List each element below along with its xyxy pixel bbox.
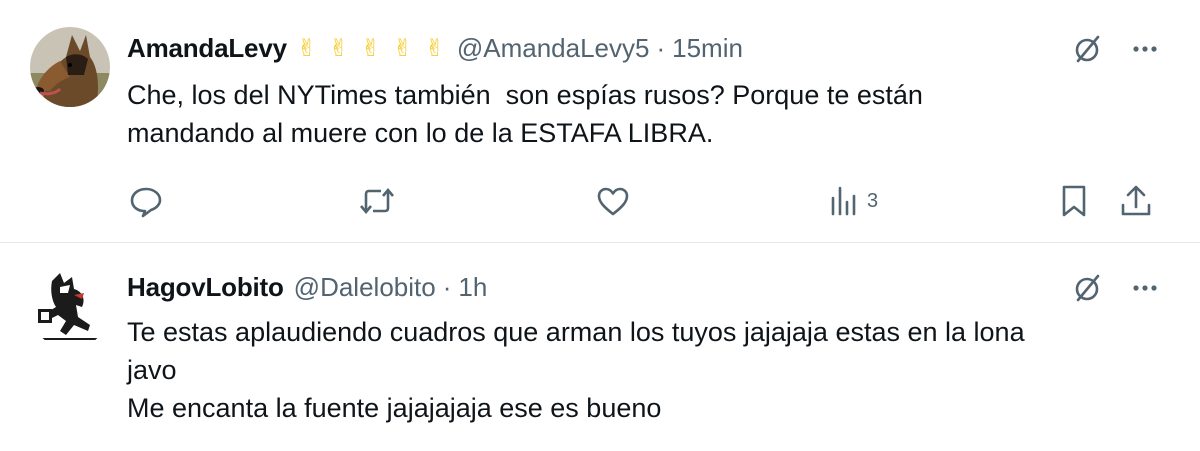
meta-separator: · <box>656 32 666 63</box>
bookmark-button[interactable] <box>1059 178 1089 224</box>
tweet-text-line: Che, los del NYTimes también son espías … <box>127 80 923 110</box>
victory-hand-emoji: ✌ <box>424 34 445 62</box>
reply-bubble-icon <box>130 187 162 218</box>
share-upload-icon <box>1121 185 1151 216</box>
retweet-icon <box>360 187 394 215</box>
display-name[interactable]: HagovLobito <box>127 272 284 303</box>
tweet-action-bar: 3 <box>127 178 1160 224</box>
tweet-amandalevy[interactable]: AmandaLevy ✌ ✌ ✌ ✌ ✌ @AmandaLevy5 · 15mi… <box>0 0 1200 243</box>
heart-icon <box>597 187 629 216</box>
meta-separator: · <box>442 271 452 302</box>
views-button[interactable]: 3 <box>829 178 878 224</box>
victory-hand-emoji: ✌ <box>360 34 381 62</box>
tweet-text-line: mandando al muere con lo de la ESTAFA LI… <box>127 118 714 148</box>
more-dots-icon[interactable] <box>1128 271 1162 305</box>
tweet-top-actions <box>1070 271 1162 305</box>
victory-hand-emoji: ✌ <box>328 34 349 62</box>
timestamp[interactable]: 1h <box>458 272 487 303</box>
grok-slash-icon[interactable] <box>1070 32 1104 66</box>
tweet-text-line: Te estas aplaudiendo cuadros que arman l… <box>127 317 1025 347</box>
user-handle[interactable]: @AmandaLevy5 <box>457 33 650 64</box>
tweet-text-line: javo <box>127 355 177 385</box>
victory-hand-emoji: ✌ <box>296 34 317 62</box>
bookmark-icon <box>1062 185 1086 217</box>
tweet-header: HagovLobito @Dalelobito · 1h <box>127 270 487 304</box>
display-name[interactable]: AmandaLevy <box>127 33 287 64</box>
more-dots-icon[interactable] <box>1128 32 1162 66</box>
reply-button[interactable] <box>127 178 165 224</box>
tweet-top-actions <box>1070 32 1162 66</box>
tweet-text: Te estas aplaudiendo cuadros que arman l… <box>127 313 1160 427</box>
share-button[interactable] <box>1119 178 1153 224</box>
retweet-button[interactable] <box>357 178 397 224</box>
timestamp[interactable]: 15min <box>672 33 743 64</box>
user-handle[interactable]: @Dalelobito <box>294 272 436 303</box>
tweet-text: Che, los del NYTimes también son espías … <box>127 76 1160 152</box>
avatar[interactable] <box>30 269 110 349</box>
emoji-badges: ✌ ✌ ✌ ✌ ✌ <box>291 31 451 65</box>
analytics-bars-icon <box>831 186 856 216</box>
tweet-header: AmandaLevy ✌ ✌ ✌ ✌ ✌ @AmandaLevy5 · 15mi… <box>127 31 743 65</box>
victory-hand-emoji: ✌ <box>392 34 413 62</box>
tweet-text-line: Me encanta la fuente jajajajaja ese es b… <box>127 393 662 423</box>
avatar[interactable] <box>30 27 110 107</box>
grok-slash-icon[interactable] <box>1070 271 1104 305</box>
like-button[interactable] <box>595 178 631 224</box>
tweet-hagovlobito[interactable]: HagovLobito @Dalelobito · 1h Te estas ap… <box>0 243 1200 451</box>
views-count: 3 <box>867 189 879 212</box>
